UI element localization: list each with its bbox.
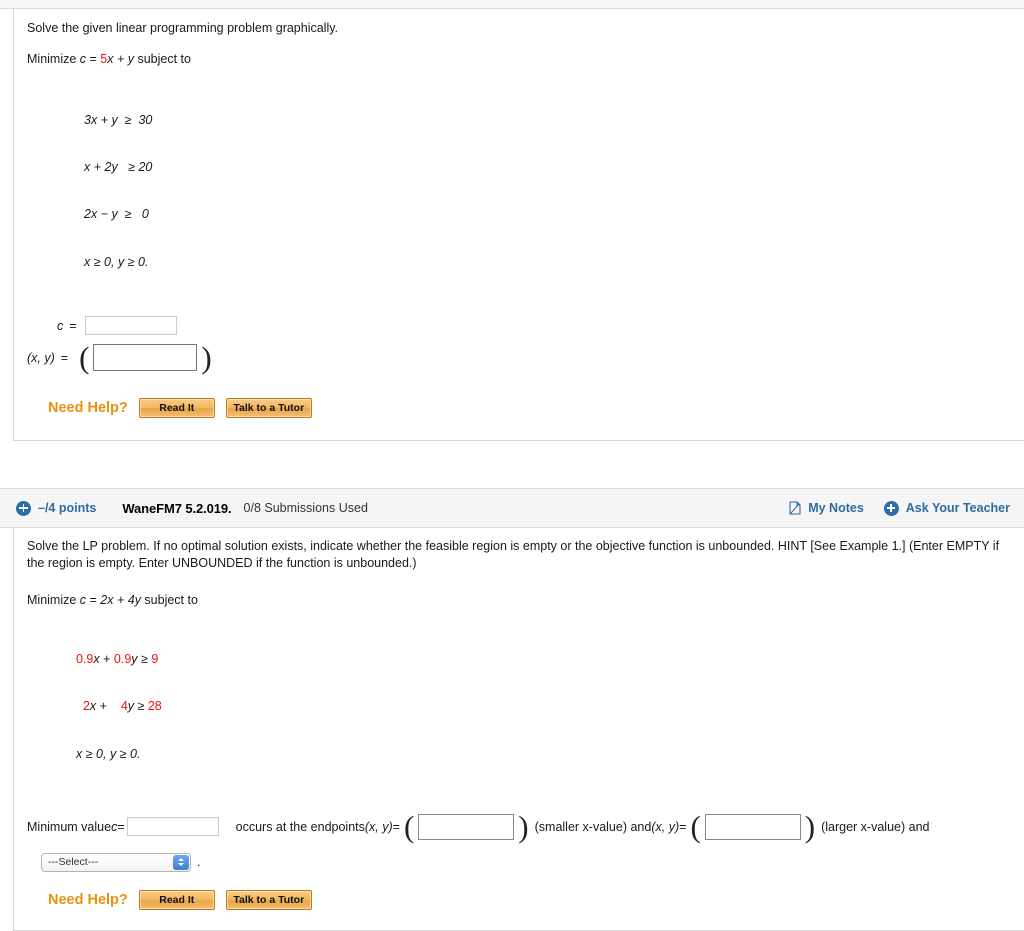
- my-notes-button[interactable]: My Notes: [789, 501, 864, 515]
- constraint-line: x ≥ 0, y ≥ 0.: [84, 255, 1024, 271]
- objective-suffix: subject to: [134, 52, 191, 66]
- constraint-line: x + 2y ≥ 20: [84, 160, 1024, 176]
- occurs-at-endpoints-label: occurs at the endpoints: [235, 819, 365, 834]
- question-2-select-row: ---Select--- .: [41, 852, 1024, 872]
- c1-rhs: 9: [151, 651, 159, 666]
- question-1-answer-xy-row: (x, y) = ( ): [27, 339, 212, 375]
- larger-x-value-note: (larger x-value) and: [821, 819, 930, 834]
- question-2-need-help-row: Need Help? Read It Talk to a Tutor: [48, 889, 1024, 910]
- smaller-x-value-note: (smaller x-value) and: [534, 819, 652, 834]
- c2-coeff-b: 4: [120, 699, 128, 714]
- answer-xy-input[interactable]: [93, 344, 198, 372]
- constraint-text: x + 2y ≥ 20: [84, 159, 153, 174]
- plus-circle-icon[interactable]: [16, 500, 31, 516]
- constraint-line: 3x + y ≥ 30: [84, 113, 1024, 129]
- endpoint-1-input[interactable]: [418, 813, 515, 840]
- constraint-text: 3x + y ≥ 30: [84, 112, 153, 127]
- submissions-used-label: 0/8 Submissions Used: [243, 501, 368, 516]
- c2-rhs: 28: [147, 699, 162, 714]
- previous-question-header-strip: [0, 0, 1024, 9]
- answer-c-input[interactable]: [84, 316, 177, 336]
- question-1-objective: Minimize c = 5x + y subject to: [27, 51, 1015, 68]
- answer-c-equals: =: [69, 318, 77, 333]
- minimum-value-input[interactable]: [126, 817, 219, 837]
- question-1-prompt: Solve the given linear programming probl…: [27, 21, 339, 35]
- endpoint-2-input[interactable]: [704, 813, 801, 840]
- select-trailing-period: .: [197, 855, 201, 870]
- need-help-label: Need Help?: [48, 400, 128, 417]
- minimum-value-label: Minimum value: [27, 819, 112, 834]
- objective-prefix: Minimize: [27, 593, 80, 608]
- ask-your-teacher-label: Ask Your Teacher: [905, 501, 1010, 516]
- c1-relation: ≥: [137, 651, 152, 666]
- c1-plus: +: [99, 651, 114, 666]
- read-it-button[interactable]: Read It: [138, 398, 215, 419]
- question-2-header-right: My Notes Ask Your Teacher: [789, 500, 1010, 516]
- select-dropdown-value: ---Select---: [48, 856, 99, 869]
- c1-coeff-b: 0.9: [113, 651, 132, 666]
- endpoint-1-label: (x, y): [364, 819, 393, 834]
- constraint-line: 2x − y ≥ 0: [84, 207, 1024, 223]
- section-gap: [0, 441, 1024, 489]
- select-dropdown[interactable]: ---Select---: [41, 852, 191, 872]
- question-2-constraints: 0.9x + 0.9y ≥ 9 2x + 4y ≥ 28 x ≥ 0, y ≥ …: [76, 620, 1024, 794]
- c1-coeff-a: 0.9: [76, 651, 94, 666]
- objective-expression: 2x + 4y: [100, 593, 141, 608]
- constraint-line-1: 0.9x + 0.9y ≥ 9: [76, 652, 1024, 668]
- constraint-line-3: x ≥ 0, y ≥ 0.: [76, 747, 1024, 763]
- need-help-label: Need Help?: [48, 891, 128, 908]
- objective-equals: =: [86, 52, 101, 66]
- question-1-body: Solve the given linear programming probl…: [13, 9, 1024, 442]
- question-1-constraints: 3x + y ≥ 30 x + 2y ≥ 20 2x − y ≥ 0 x ≥ 0…: [84, 81, 1024, 302]
- question-id-label: WaneFM7 5.2.019.: [122, 500, 232, 516]
- constraint-text: x ≥ 0, y ≥ 0.: [84, 254, 149, 269]
- c2-relation: ≥: [134, 699, 148, 714]
- plus-circle-icon: [883, 500, 899, 516]
- question-1-need-help-row: Need Help? Read It Talk to a Tutor: [48, 398, 1024, 419]
- points-label: –/4 points: [38, 501, 97, 516]
- chevron-updown-icon[interactable]: [173, 854, 189, 870]
- question-2-header: –/4 points WaneFM7 5.2.019. 0/8 Submissi…: [0, 488, 1024, 529]
- note-page-icon: [789, 501, 801, 515]
- question-2-body: Solve the LP problem. If no optimal solu…: [13, 528, 1024, 931]
- question-1-answer-c-row: c =: [57, 316, 1024, 336]
- answer-xy-equals: =: [60, 350, 69, 365]
- my-notes-label: My Notes: [808, 501, 864, 516]
- question-2-answer-row: Minimum value c = occurs at the endpoint…: [27, 808, 930, 844]
- objective-expression: x + y: [107, 52, 134, 66]
- ask-your-teacher-button[interactable]: Ask Your Teacher: [883, 500, 1010, 516]
- talk-to-a-tutor-button[interactable]: Talk to a Tutor: [225, 398, 312, 419]
- answer-c-label: c: [57, 318, 64, 333]
- constraint-text: 2x − y ≥ 0: [84, 207, 149, 222]
- chevron-down-icon: [178, 863, 184, 867]
- endpoint-2-equals: =: [679, 819, 687, 834]
- question-2-prompt: Solve the LP problem. If no optimal solu…: [27, 539, 1000, 571]
- talk-to-a-tutor-button[interactable]: Talk to a Tutor: [225, 889, 312, 910]
- objective-equals: =: [86, 593, 101, 608]
- question-2-header-left: –/4 points WaneFM7 5.2.019. 0/8 Submissi…: [16, 500, 789, 516]
- c2-plus: +: [96, 699, 121, 714]
- minimum-value-equals: =: [117, 819, 125, 834]
- answer-xy-label: (x, y): [27, 350, 55, 365]
- objective-prefix: Minimize: [27, 52, 80, 66]
- constraint-line-2: 2x + 4y ≥ 28: [76, 699, 1024, 715]
- question-2-objective: Minimize c = 2x + 4y subject to: [27, 592, 1015, 609]
- read-it-button[interactable]: Read It: [138, 889, 215, 910]
- endpoint-2-label: (x, y): [651, 819, 680, 834]
- c2-coeff-a: 2: [82, 699, 90, 714]
- c3-text: x ≥ 0, y ≥ 0.: [76, 746, 141, 761]
- chevron-up-icon: [178, 858, 184, 862]
- endpoint-1-equals: =: [392, 819, 400, 834]
- objective-suffix: subject to: [140, 593, 198, 608]
